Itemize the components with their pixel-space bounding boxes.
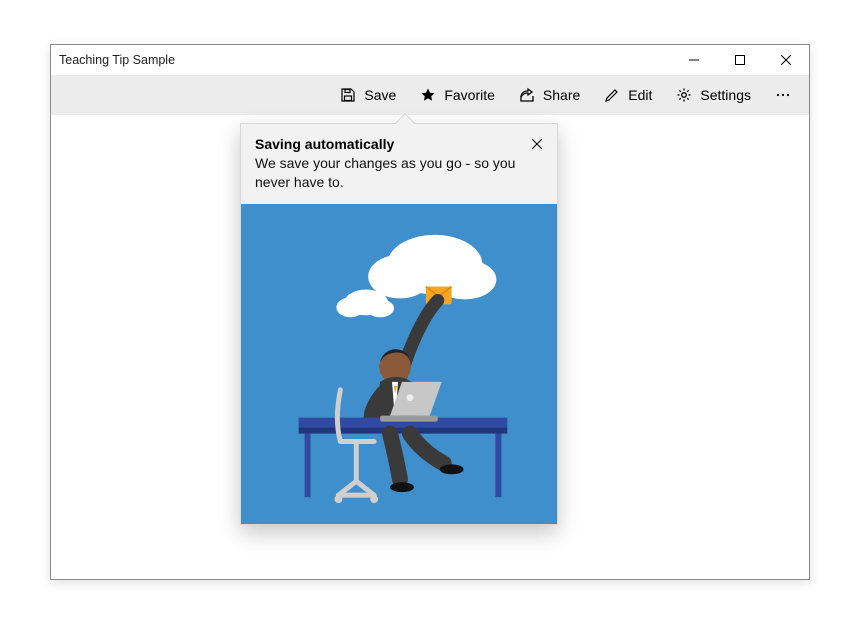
window-title: Teaching Tip Sample (59, 53, 175, 67)
tip-header: Saving automatically We save your change… (241, 124, 557, 204)
maximize-button[interactable] (717, 45, 763, 75)
titlebar: Teaching Tip Sample (51, 45, 809, 75)
favorite-button[interactable]: Favorite (408, 75, 507, 115)
tip-title: Saving automatically (255, 136, 517, 152)
content-area: Saving automatically We save your change… (51, 115, 809, 579)
close-icon (532, 139, 542, 149)
save-icon (340, 87, 356, 103)
teaching-tip: Saving automatically We save your change… (240, 123, 558, 525)
share-icon (519, 87, 535, 103)
command-bar: Save Favorite Share Edit Settings (51, 75, 809, 115)
settings-button[interactable]: Settings (664, 75, 763, 115)
window-controls (671, 45, 809, 75)
edit-label: Edit (628, 87, 652, 103)
favorite-label: Favorite (444, 87, 495, 103)
settings-label: Settings (700, 87, 751, 103)
share-button[interactable]: Share (507, 75, 592, 115)
app-window: Teaching Tip Sample Save Favorite (50, 44, 810, 580)
tip-hero-image (241, 204, 557, 524)
star-icon (420, 87, 436, 103)
gear-icon (676, 87, 692, 103)
more-icon (775, 87, 791, 103)
close-icon (781, 55, 791, 65)
more-button[interactable] (763, 75, 803, 115)
edit-button[interactable]: Edit (592, 75, 664, 115)
minimize-icon (689, 55, 699, 65)
save-label: Save (364, 87, 396, 103)
save-button[interactable]: Save (328, 75, 408, 115)
close-button[interactable] (763, 45, 809, 75)
minimize-button[interactable] (671, 45, 717, 75)
tip-body: We save your changes as you go - so you … (255, 154, 517, 192)
maximize-icon (735, 55, 745, 65)
pencil-icon (604, 87, 620, 103)
share-label: Share (543, 87, 580, 103)
tip-close-button[interactable] (525, 132, 549, 156)
